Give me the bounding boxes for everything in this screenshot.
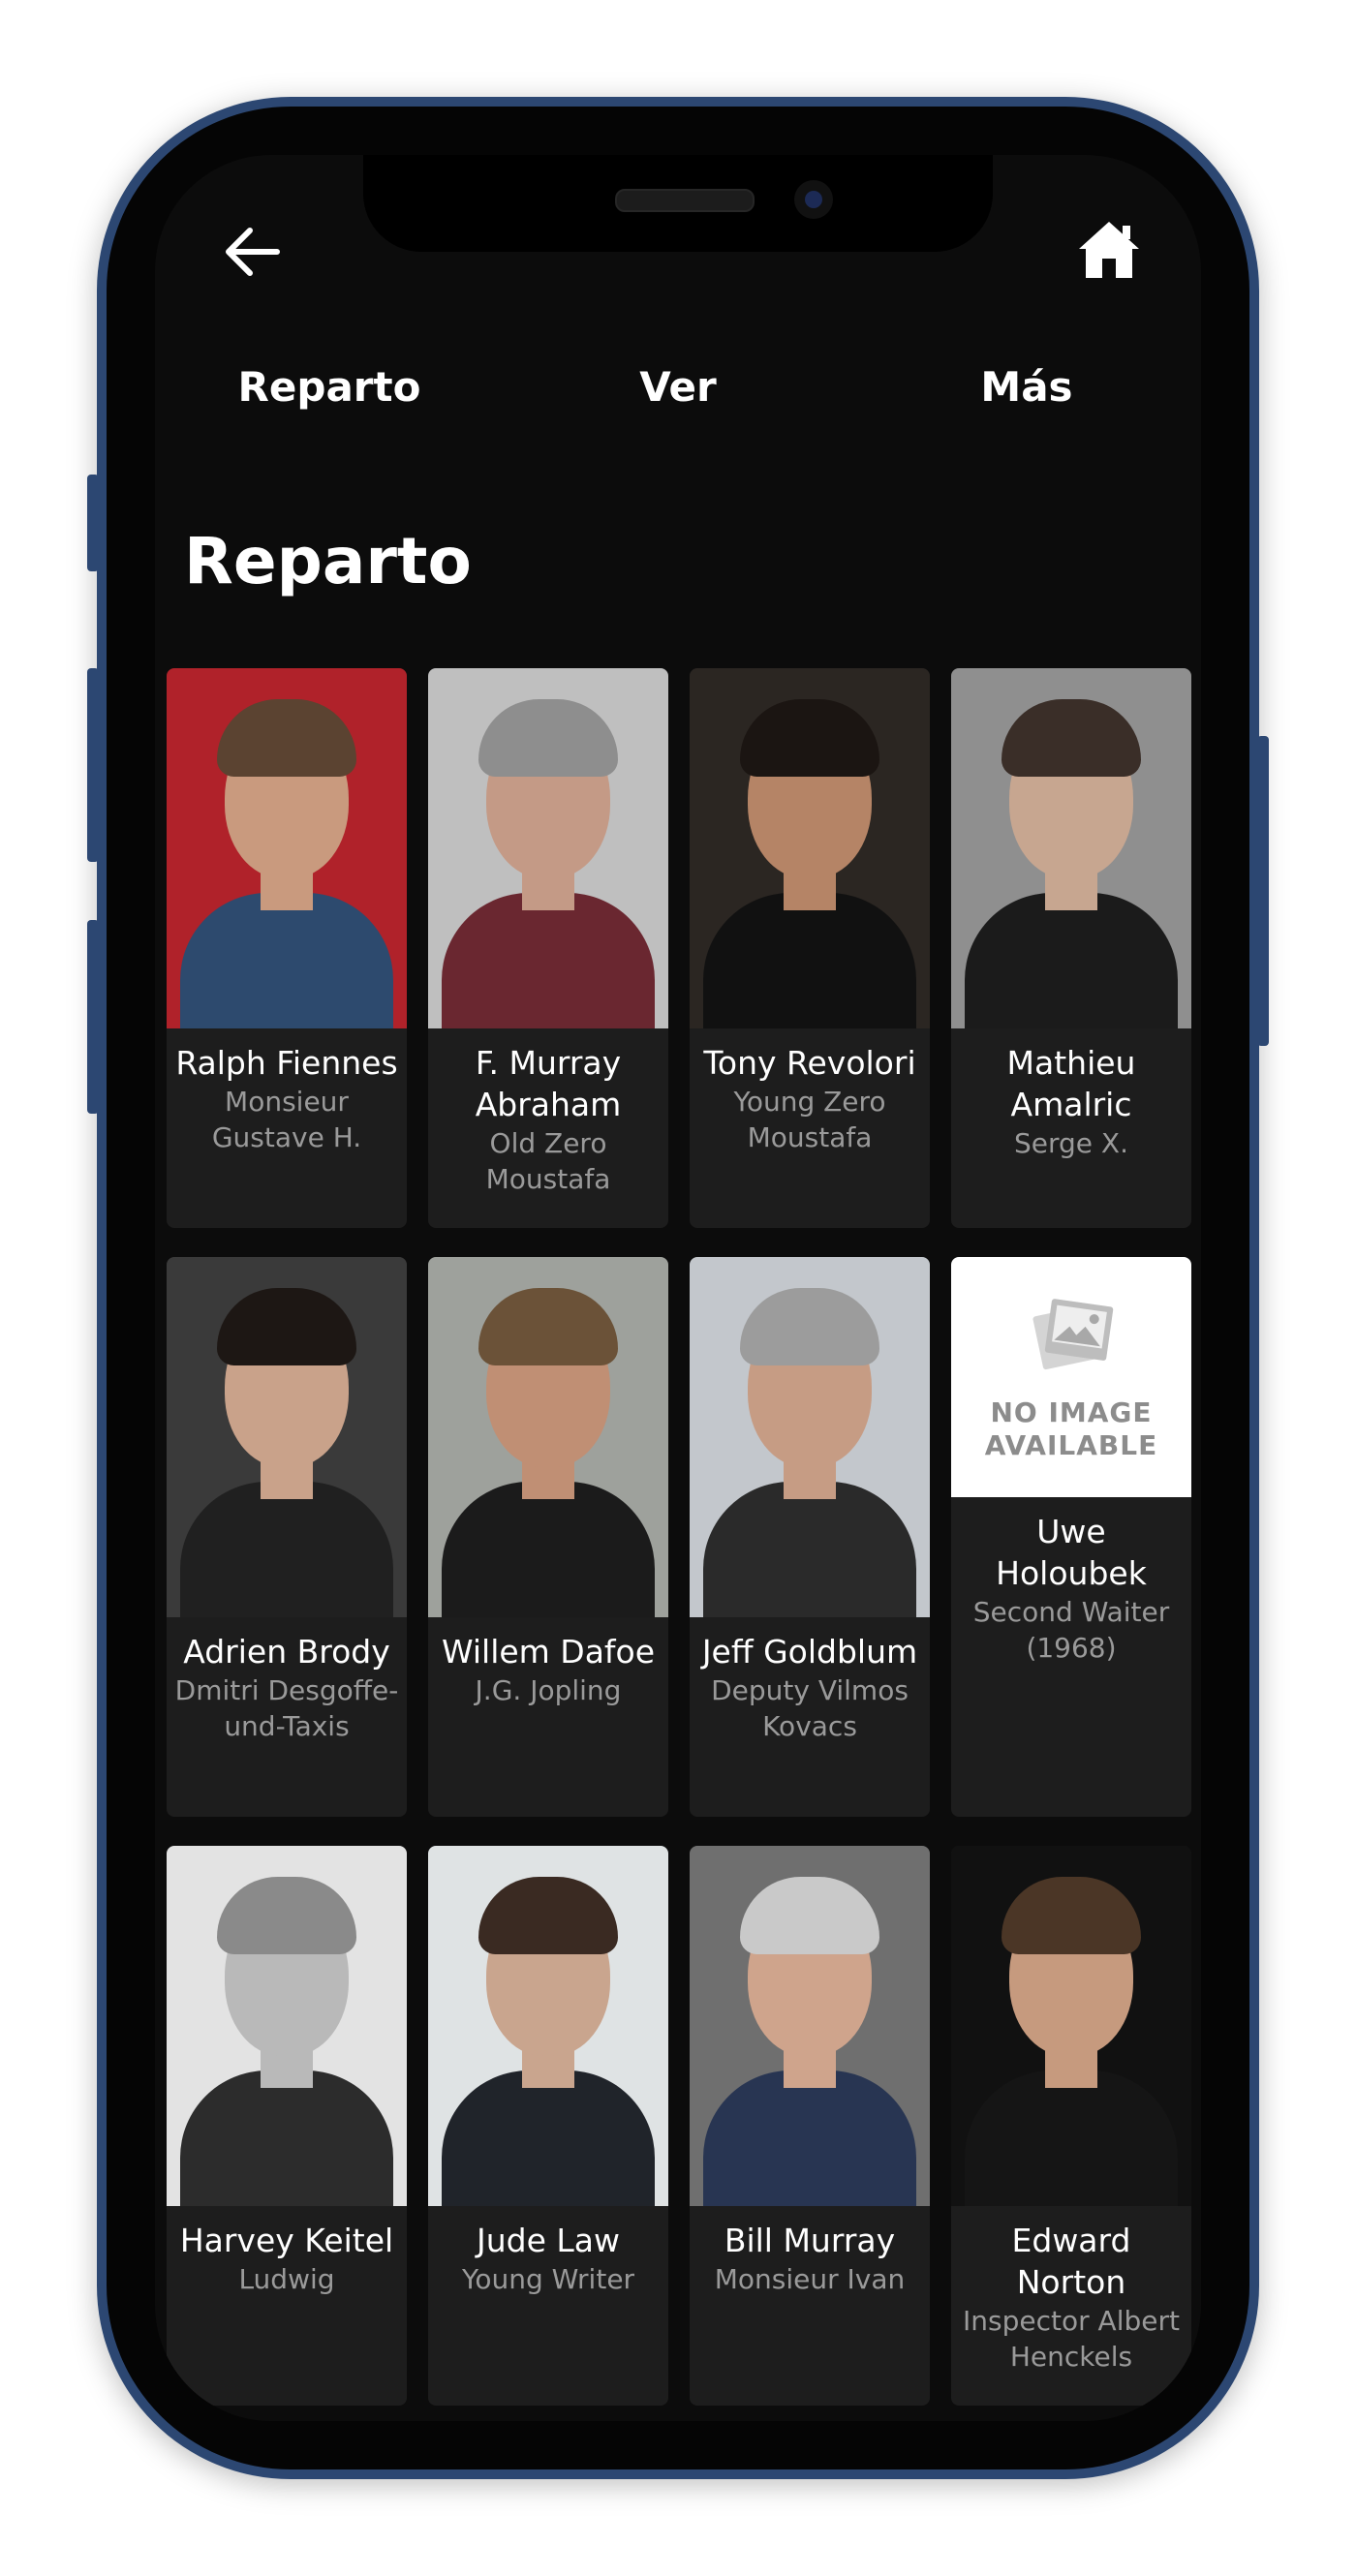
cast-role: Inspector Albert Henckels (963, 2305, 1180, 2373)
portrait-hair (740, 1288, 879, 1365)
portrait-body (442, 893, 655, 1028)
cast-role: Deputy Vilmos Kovacs (711, 1674, 909, 1742)
cast-photo (167, 1257, 407, 1617)
home-button[interactable] (1070, 211, 1148, 289)
section-title: Reparto (184, 524, 472, 598)
tab-reparto[interactable]: Reparto (213, 349, 446, 426)
cast-card[interactable]: Ralph Fiennes Monsieur Gustave H. (167, 668, 407, 1228)
cast-photo (167, 1846, 407, 2206)
cast-card[interactable]: Tony Revolori Young Zero Moustafa (690, 668, 930, 1228)
nav-tabs: Reparto Ver Más (155, 349, 1201, 426)
cast-grid: Ralph Fiennes Monsieur Gustave H. F. Murra… (167, 668, 1193, 2406)
cast-card[interactable]: NO IMAGE AVAILABLE Uwe Holoubek Second Wait… (951, 1257, 1191, 1817)
portrait-body (965, 893, 1178, 1028)
cast-card[interactable]: Harvey Keitel Ludwig (167, 1846, 407, 2406)
portrait-hair (478, 1877, 618, 1954)
no-image-line2: AVAILABLE (984, 1429, 1158, 1461)
cast-card[interactable]: Willem Dafoe J.G. Jopling (428, 1257, 668, 1817)
portrait-hair (217, 1288, 356, 1365)
portrait-hair (740, 699, 879, 777)
no-image-placeholder: NO IMAGE AVAILABLE (951, 1257, 1191, 1497)
cast-card[interactable]: F. Murray Abraham Old Zero Moustafa (428, 668, 668, 1228)
notch (363, 155, 993, 252)
cast-name: Jude Law (477, 2222, 620, 2259)
cast-role: Young Zero Moustafa (733, 1086, 886, 1153)
cast-photo (167, 668, 407, 1028)
cast-name: Adrien Brody (183, 1633, 390, 1671)
earpiece-speaker (615, 189, 755, 212)
cast-name: Willem Dafoe (441, 1633, 656, 1671)
volume-down-button (87, 920, 99, 1114)
cast-card[interactable]: Jeff Goldblum Deputy Vilmos Kovacs (690, 1257, 930, 1817)
cast-name: Edward Norton (1011, 2222, 1131, 2301)
cast-photo (690, 1846, 930, 2206)
cast-name: Ralph Fiennes (175, 1044, 398, 1082)
tab-ver[interactable]: Ver (562, 349, 794, 426)
cast-photo (951, 668, 1191, 1028)
cast-role: Ludwig (238, 2263, 335, 2295)
portrait-hair (478, 699, 618, 777)
cast-name: Bill Murray (724, 2222, 896, 2259)
cast-role: Old Zero Moustafa (485, 1127, 611, 1195)
cast-name: Harvey Keitel (179, 2222, 394, 2259)
back-button[interactable] (213, 213, 291, 291)
cast-role: Young Writer (461, 2263, 635, 2295)
cast-photo (428, 668, 668, 1028)
portrait-hair (1002, 1877, 1141, 1954)
cast-photo (428, 1846, 668, 2206)
cast-name: F. Murray Abraham (475, 1044, 622, 1123)
cast-name: Mathieu Amalric (1006, 1044, 1136, 1123)
portrait-body (180, 2070, 393, 2206)
portrait-hair (1002, 699, 1141, 777)
front-camera (794, 180, 833, 219)
cast-photo (951, 1846, 1191, 2206)
portrait-body (180, 1482, 393, 1617)
cast-role: Second Waiter (1968) (972, 1596, 1170, 1664)
cast-role: Monsieur Gustave H. (211, 1086, 362, 1153)
portrait-hair (217, 1877, 356, 1954)
power-button (1257, 736, 1269, 1046)
cast-name: Uwe Holoubek (996, 1513, 1147, 1592)
portrait-body (703, 1482, 916, 1617)
portrait-hair (217, 699, 356, 777)
portrait-body (180, 893, 393, 1028)
volume-up-button (87, 668, 99, 862)
cast-card[interactable]: Bill Murray Monsieur Ivan (690, 1846, 930, 2406)
cast-photo (690, 668, 930, 1028)
portrait-body (442, 2070, 655, 2206)
tab-mas[interactable]: Más (910, 349, 1143, 426)
portrait-body (442, 1482, 655, 1617)
cast-name: Jeff Goldblum (701, 1633, 918, 1671)
cast-card[interactable]: Adrien Brody Dmitri Desgoffe-und-Taxis (167, 1257, 407, 1817)
cast-name: Tony Revolori (703, 1044, 916, 1082)
home-icon (1079, 222, 1139, 278)
cast-role: J.G. Jopling (475, 1674, 622, 1706)
cast-role: Serge X. (1013, 1127, 1128, 1159)
photo-placeholder-icon (1032, 1299, 1114, 1370)
portrait-hair (478, 1288, 618, 1365)
app-screen: Reparto Ver Más Reparto Ralph Fiennes Mon… (155, 155, 1201, 2421)
cast-role: Monsieur Ivan (714, 2263, 906, 2295)
cast-photo (428, 1257, 668, 1617)
cast-card[interactable]: Mathieu Amalric Serge X. (951, 668, 1191, 1228)
portrait-hair (740, 1877, 879, 1954)
arrow-left-icon (226, 228, 280, 276)
mute-switch (87, 475, 99, 571)
cast-card[interactable]: Edward Norton Inspector Albert Henckels (951, 1846, 1191, 2406)
cast-card[interactable]: Jude Law Young Writer (428, 1846, 668, 2406)
cast-photo (690, 1257, 930, 1617)
portrait-body (703, 893, 916, 1028)
cast-role: Dmitri Desgoffe-und-Taxis (174, 1674, 399, 1742)
no-image-line1: NO IMAGE (990, 1396, 1153, 1428)
portrait-body (703, 2070, 916, 2206)
portrait-body (965, 2070, 1178, 2206)
